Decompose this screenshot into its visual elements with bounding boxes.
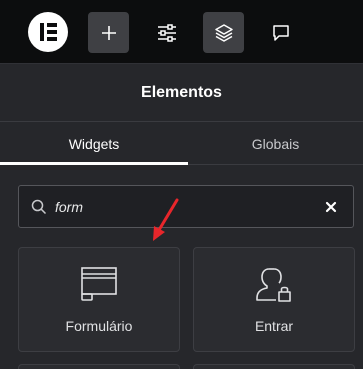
layers-icon	[214, 23, 233, 42]
notes-button[interactable]	[260, 12, 301, 53]
widget-card-form[interactable]: Formulário	[18, 247, 180, 352]
sliders-icon	[157, 23, 176, 42]
widget-card-login[interactable]: Entrar	[193, 247, 355, 352]
active-tab-indicator	[0, 162, 188, 165]
widget-card-partial[interactable]	[18, 364, 180, 369]
elementor-panel: Elementos Widgets Globais Form	[0, 0, 363, 369]
close-icon[interactable]	[323, 199, 339, 215]
widget-label: Formulário	[65, 318, 133, 334]
panel-title: Elementos	[0, 64, 363, 122]
search-icon	[31, 199, 47, 215]
top-toolbar	[0, 0, 363, 64]
widget-search	[18, 185, 354, 228]
user-lock-icon	[256, 268, 291, 302]
form-icon	[81, 267, 117, 301]
tab-widgets[interactable]: Widgets	[0, 122, 188, 165]
plus-icon	[101, 25, 116, 40]
annotation-arrow-icon	[153, 198, 179, 241]
add-element-button[interactable]	[88, 12, 129, 53]
tab-bar: Widgets Globais	[0, 122, 363, 165]
chat-bubble-icon	[272, 24, 289, 41]
widget-card-partial[interactable]	[193, 364, 355, 369]
widget-label: Entrar	[254, 318, 294, 334]
tab-globais[interactable]: Globais	[188, 122, 363, 165]
navigator-button[interactable]	[203, 12, 244, 53]
elementor-logo-icon[interactable]	[28, 12, 68, 52]
site-settings-button[interactable]	[146, 12, 187, 53]
